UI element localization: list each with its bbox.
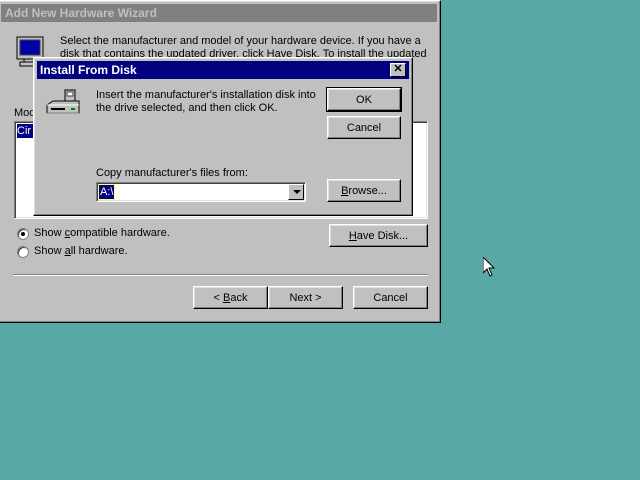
close-icon[interactable]: ✕ [390, 63, 406, 77]
radio-all-button[interactable] [17, 246, 29, 258]
install-from-disk-dialog: Install From Disk ✕ Insert the manufactu… [33, 57, 413, 216]
dropdown-arrow-icon[interactable] [288, 184, 304, 200]
list-item[interactable]: Cir [17, 124, 33, 138]
next-button[interactable]: Next > [268, 286, 343, 309]
wizard-cancel-button[interactable]: Cancel [353, 286, 428, 309]
ok-button[interactable]: OK [326, 87, 402, 112]
dialog-cancel-label: Cancel [346, 121, 382, 134]
path-value[interactable]: A:\ [97, 184, 116, 200]
radio-compatible-label: Show compatible hardware. [34, 227, 170, 239]
radio-show-all[interactable]: Show all hardware. [17, 245, 187, 259]
mouse-pointer-icon [482, 255, 496, 277]
browse-label: Browse... [341, 184, 387, 197]
dialog-message-line1: Insert the manufacturer's installation d… [96, 89, 316, 101]
wizard-instructions: Select the manufacturer and model of you… [60, 35, 427, 57]
radio-all-label: Show all hardware. [34, 245, 128, 257]
copy-from-label: Copy manufacturer's files from: [96, 167, 248, 179]
dialog-title-bar[interactable]: Install From Disk ✕ [37, 61, 409, 79]
disk-drive-icon [45, 87, 81, 119]
dialog-title: Install From Disk [40, 63, 137, 77]
path-combobox[interactable]: A:\ [96, 182, 306, 202]
back-button[interactable]: < Back [193, 286, 268, 309]
have-disk-label: Have Disk... [348, 229, 409, 242]
wizard-separator [14, 274, 428, 276]
wizard-title-bar: Add New Hardware Wizard [1, 4, 437, 22]
radio-show-compatible[interactable]: Show compatible hardware. [17, 227, 187, 241]
ok-label: OK [356, 93, 372, 106]
have-disk-button[interactable]: Have Disk... [329, 224, 428, 247]
dialog-message-line2: the drive selected, and then click OK. [96, 102, 278, 114]
dialog-cancel-button[interactable]: Cancel [327, 116, 401, 139]
wizard-cancel-label: Cancel [373, 291, 408, 304]
radio-compatible-button[interactable] [17, 228, 29, 240]
wizard-title: Add New Hardware Wizard [5, 6, 157, 20]
browse-button[interactable]: Browse... [327, 179, 401, 202]
back-label: < Back [213, 291, 248, 304]
next-label: Next > [289, 291, 322, 304]
